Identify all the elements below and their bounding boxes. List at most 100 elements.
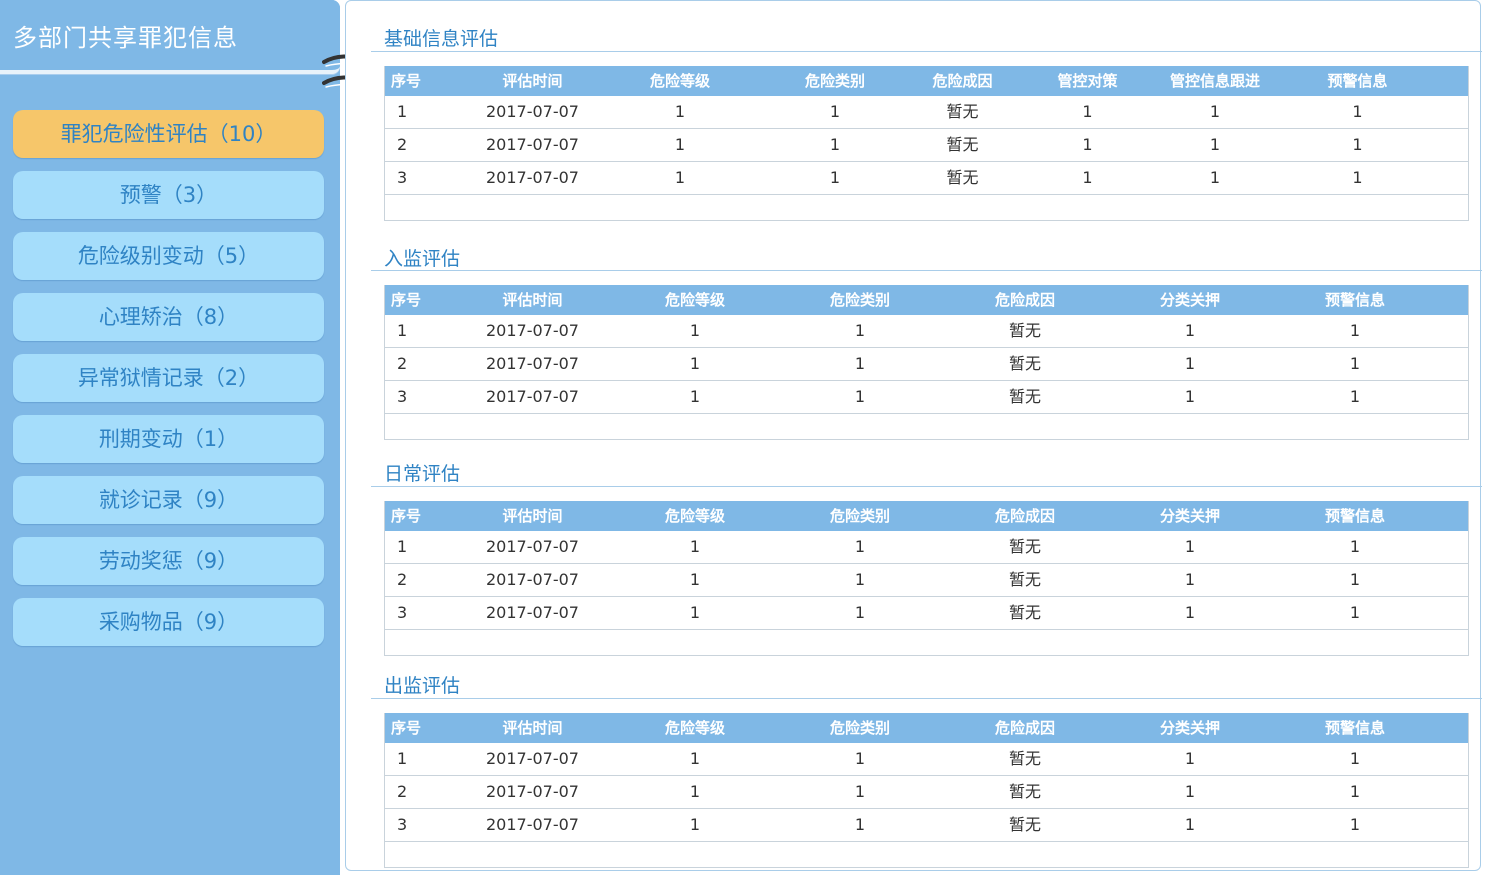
table-header: 序号 评估时间 危险等级 危险类别 危险成因 分类关押 预警信息 [385, 285, 1468, 315]
column-header: 序号 [391, 291, 422, 309]
cell-warning: 1 [1349, 354, 1361, 373]
cell-risk-type: 1 [854, 354, 866, 373]
cell-classification: 1 [1184, 749, 1196, 768]
cell-index: 2 [397, 354, 408, 373]
column-header: 序号 [391, 719, 422, 737]
sidebar-item-labor-rewards[interactable]: 劳动奖惩（9） [13, 537, 324, 585]
sidebar-item-warning[interactable]: 预警（3） [13, 171, 324, 219]
sidebar-item-risk-assessment[interactable]: 罪犯危险性评估（10） [13, 110, 324, 158]
cell-risk-level: 1 [674, 135, 686, 154]
sidebar-header: 多部门共享罪犯信息 [0, 0, 340, 74]
table-row[interactable]: 3 2017-07-07 1 1 暂无 1 1 [385, 809, 1468, 842]
column-header: 危险等级 [664, 719, 725, 737]
cell-date: 2017-07-07 [486, 782, 579, 801]
table-row[interactable]: 3 2017-07-07 1 1 暂无 1 1 [385, 597, 1468, 630]
cell-warning: 1 [1352, 102, 1363, 121]
sidebar-item-risk-level-change[interactable]: 危险级别变动（5） [13, 232, 324, 280]
sidebar-item-purchases[interactable]: 采购物品（9） [13, 598, 324, 646]
table-row[interactable]: 1 2017-07-07 1 1 暂无 1 1 1 [385, 96, 1468, 129]
cell-date: 2017-07-07 [486, 321, 579, 340]
section-divider [371, 51, 1482, 52]
cell-date: 2017-07-07 [486, 749, 579, 768]
table-row[interactable]: 2 2017-07-07 1 1 暂无 1 1 [385, 348, 1468, 381]
cell-control-measure: 1 [1082, 135, 1093, 154]
cell-warning: 1 [1349, 603, 1361, 622]
sidebar-item-sentence-change[interactable]: 刑期变动（1） [13, 415, 324, 463]
cell-risk-type: 1 [854, 570, 866, 589]
sidebar: 多部门共享罪犯信息 罪犯危险性评估（10） 预警（3） 危险级别变动（5） 心理… [0, 0, 340, 875]
cell-risk-cause: 暂无 [1008, 354, 1041, 373]
cell-warning: 1 [1349, 537, 1361, 556]
main-panel: 基础信息评估 序号 评估时间 危险等级 危险类别 危险成因 管控对策 管控信息跟… [345, 0, 1482, 871]
cell-date: 2017-07-07 [486, 537, 579, 556]
cell-date: 2017-07-07 [486, 570, 579, 589]
cell-classification: 1 [1184, 354, 1196, 373]
sidebar-item-medical-records[interactable]: 就诊记录（9） [13, 476, 324, 524]
column-header: 评估时间 [502, 291, 563, 309]
column-header: 预警信息 [1324, 507, 1385, 525]
cell-risk-level: 1 [689, 749, 701, 768]
cell-risk-level: 1 [689, 354, 701, 373]
cell-date: 2017-07-07 [486, 603, 579, 622]
table-row[interactable]: 2 2017-07-07 1 1 暂无 1 1 [385, 776, 1468, 809]
column-header: 评估时间 [502, 72, 563, 90]
cell-risk-type: 1 [854, 321, 866, 340]
column-header: 序号 [391, 507, 422, 525]
cell-date: 2017-07-07 [486, 815, 579, 834]
sidebar-nav: 罪犯危险性评估（10） 预警（3） 危险级别变动（5） 心理矫治（8） 异常狱情… [13, 110, 324, 659]
table-row[interactable]: 1 2017-07-07 1 1 暂无 1 1 [385, 531, 1468, 564]
cell-risk-level: 1 [674, 102, 686, 121]
table-row[interactable]: 1 2017-07-07 1 1 暂无 1 1 [385, 315, 1468, 348]
cell-index: 1 [397, 321, 408, 340]
cell-risk-cause: 暂无 [1008, 603, 1041, 622]
cell-risk-type: 1 [854, 387, 866, 406]
cell-index: 3 [397, 815, 408, 834]
column-header: 分类关押 [1159, 291, 1220, 309]
cell-risk-type: 1 [854, 815, 866, 834]
section-title-basic-assessment: 基础信息评估 [384, 28, 499, 50]
cell-date: 2017-07-07 [486, 387, 579, 406]
cell-warning: 1 [1349, 782, 1361, 801]
app-title: 多部门共享罪犯信息 [13, 24, 238, 52]
cell-warning: 1 [1349, 387, 1361, 406]
table-row[interactable]: 1 2017-07-07 1 1 暂无 1 1 [385, 743, 1468, 776]
table-footer [385, 842, 1468, 867]
cell-risk-cause: 暂无 [1008, 815, 1041, 834]
cell-index: 3 [397, 168, 408, 187]
column-header: 管控对策 [1057, 72, 1118, 90]
column-header: 管控信息跟进 [1170, 72, 1260, 90]
cell-risk-cause: 暂无 [1008, 782, 1041, 801]
cell-warning: 1 [1349, 749, 1361, 768]
cell-risk-type: 1 [854, 749, 866, 768]
basic-assessment-table: 序号 评估时间 危险等级 危险类别 危险成因 管控对策 管控信息跟进 预警信息 … [384, 66, 1469, 221]
cell-index: 2 [397, 570, 408, 589]
column-header: 预警信息 [1324, 719, 1385, 737]
column-header: 危险类别 [804, 72, 865, 90]
cell-risk-level: 1 [689, 321, 701, 340]
sidebar-item-abnormal-records[interactable]: 异常狱情记录（2） [13, 354, 324, 402]
table-row[interactable]: 2 2017-07-07 1 1 暂无 1 1 [385, 564, 1468, 597]
table-footer [385, 195, 1468, 220]
section-title-daily-assessment: 日常评估 [384, 463, 461, 485]
table-row[interactable]: 3 2017-07-07 1 1 暂无 1 1 1 [385, 162, 1468, 195]
cell-warning: 1 [1349, 815, 1361, 834]
sidebar-item-psych-correction[interactable]: 心理矫治（8） [13, 293, 324, 341]
column-header: 危险成因 [994, 291, 1055, 309]
section-divider [371, 486, 1482, 487]
cell-risk-level: 1 [689, 815, 701, 834]
column-header: 评估时间 [502, 507, 563, 525]
table-row[interactable]: 3 2017-07-07 1 1 暂无 1 1 [385, 381, 1468, 414]
column-header: 危险成因 [994, 507, 1055, 525]
section-title-release-assessment: 出监评估 [384, 675, 461, 697]
cell-control-measure: 1 [1082, 102, 1093, 121]
table-row[interactable]: 2 2017-07-07 1 1 暂无 1 1 1 [385, 129, 1468, 162]
daily-assessment-table: 序号 评估时间 危险等级 危险类别 危险成因 分类关押 预警信息 1 2017-… [384, 501, 1469, 656]
table-header: 序号 评估时间 危险等级 危险类别 危险成因 分类关押 预警信息 [385, 713, 1468, 743]
cell-classification: 1 [1184, 321, 1196, 340]
cell-risk-type: 1 [829, 102, 841, 121]
cell-index: 3 [397, 603, 408, 622]
admission-assessment-table: 序号 评估时间 危险等级 危险类别 危险成因 分类关押 预警信息 1 2017-… [384, 285, 1469, 440]
column-header: 危险类别 [829, 291, 890, 309]
cell-control-followup: 1 [1209, 168, 1221, 187]
column-header: 危险等级 [664, 291, 725, 309]
